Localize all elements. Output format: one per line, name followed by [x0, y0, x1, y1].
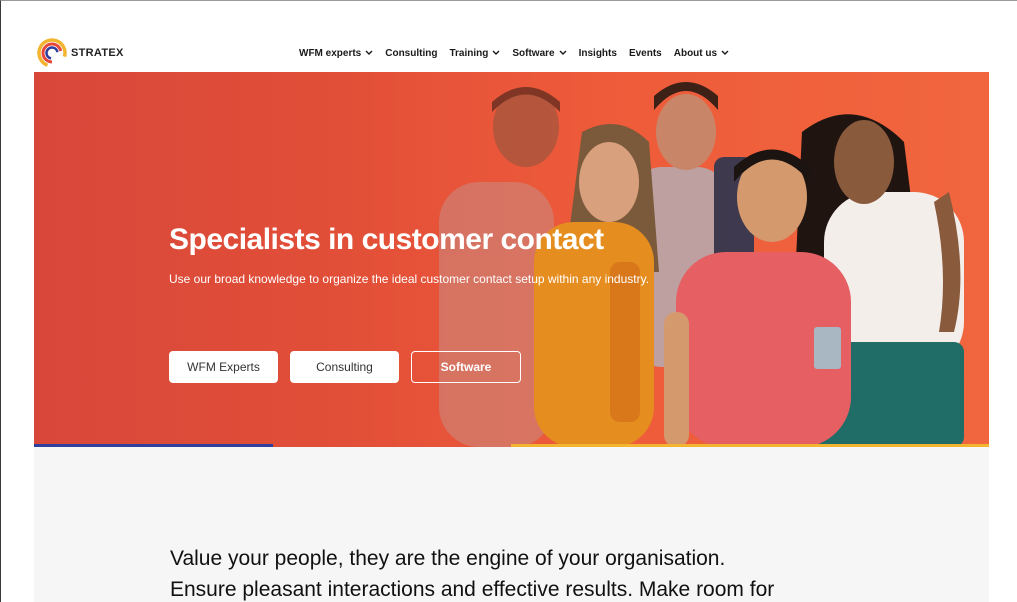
nav-item-label: Insights: [578, 47, 617, 59]
chevron-down-icon: [492, 50, 500, 55]
site-header: STRATEX WFM experts Consulting Training …: [1, 1, 1017, 73]
main-nav: WFM experts Consulting Training Software…: [299, 46, 741, 60]
intro-text: Value your people, they are the engine o…: [170, 543, 774, 602]
brand-name: STRATEX: [71, 47, 124, 59]
nav-item-about-us[interactable]: About us: [674, 48, 729, 59]
nav-item-events[interactable]: Events: [629, 48, 662, 59]
hero-subtitle: Use our broad knowledge to organize the …: [169, 272, 650, 286]
chevron-down-icon: [365, 50, 373, 55]
consulting-button[interactable]: Consulting: [290, 351, 399, 383]
nav-item-label: Consulting: [385, 47, 438, 59]
nav-item-wfm-experts[interactable]: WFM experts: [299, 48, 373, 59]
chevron-down-icon: [559, 50, 567, 55]
hero-banner: Specialists in customer contact Use our …: [34, 72, 989, 447]
wfm-experts-button[interactable]: WFM Experts: [169, 351, 278, 383]
nav-item-insights[interactable]: Insights: [579, 48, 617, 59]
hero-title: Specialists in customer contact: [169, 223, 604, 256]
nav-item-consulting[interactable]: Consulting: [385, 48, 437, 59]
stratex-logo-icon: [37, 38, 67, 68]
nav-item-label: About us: [673, 47, 718, 59]
nav-item-label: WFM experts: [299, 47, 362, 59]
software-button[interactable]: Software: [411, 351, 521, 383]
nav-item-software[interactable]: Software: [512, 47, 567, 59]
nav-item-label: Training: [449, 47, 489, 59]
brand-logo[interactable]: STRATEX: [36, 37, 124, 69]
intro-line-1: Value your people, they are the engine o…: [170, 547, 726, 570]
team-photo: [439, 82, 964, 447]
chevron-down-icon: [721, 50, 729, 55]
nav-item-training[interactable]: Training: [449, 48, 500, 59]
intro-line-2: Ensure pleasant interactions and effecti…: [170, 578, 775, 601]
intro-section: Value your people, they are the engine o…: [34, 447, 989, 602]
nav-item-label: Software: [512, 47, 555, 59]
nav-item-label: Events: [628, 47, 662, 59]
